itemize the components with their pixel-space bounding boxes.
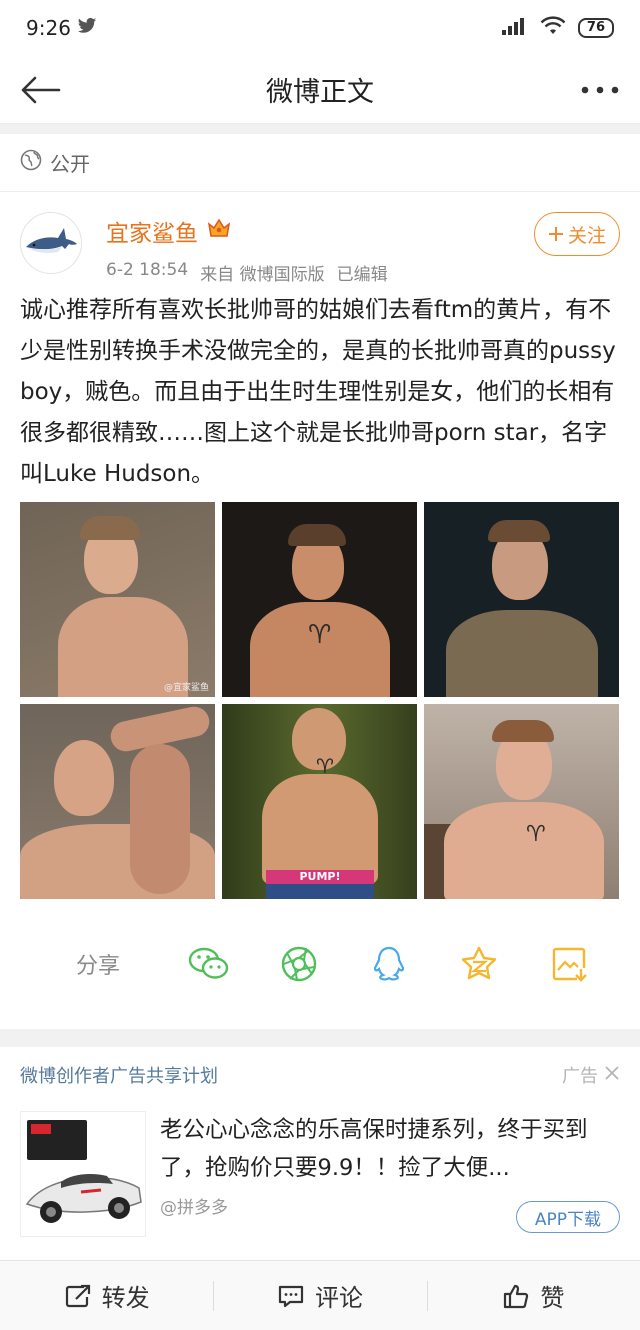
visibility-label: 公开: [50, 152, 90, 176]
battery-indicator: 76: [577, 18, 614, 38]
repost-button[interactable]: 转发: [0, 1261, 213, 1330]
action-bar: 转发 评论 赞: [0, 1260, 640, 1330]
photo-6[interactable]: ♈: [424, 704, 619, 899]
post-source: 来自 微博国际版: [200, 265, 325, 285]
ad-tag: 广告: [562, 1066, 598, 1087]
twitter-icon: [77, 16, 97, 40]
close-icon: [605, 1065, 619, 1080]
ad-thumbnail[interactable]: [20, 1111, 146, 1237]
comment-button[interactable]: 评论: [213, 1261, 426, 1330]
status-time: 9:26: [26, 16, 71, 40]
comment-icon: [278, 1285, 304, 1307]
shark-avatar-icon: [26, 228, 77, 253]
photo-3[interactable]: [424, 502, 619, 697]
like-button[interactable]: 赞: [426, 1261, 640, 1330]
more-button[interactable]: [574, 64, 626, 116]
post-text: 诚心推荐所有喜欢长批帅哥的姑娘们去看ftm的黄片，有不少是性别转换手术没做完全的…: [20, 297, 616, 487]
section-gap: [0, 124, 640, 134]
image-watermark: @宜家鲨鱼: [163, 683, 209, 693]
photo-2[interactable]: ♈: [222, 502, 417, 697]
share-wechat-button[interactable]: [164, 945, 254, 983]
signal-icon: [501, 16, 528, 40]
image-grid: @宜家鲨鱼 ♈ PUMP! ♈ ♈: [20, 502, 620, 899]
nav-bar: 微博正文: [0, 56, 640, 124]
status-bar: 9:26 76: [0, 0, 640, 56]
share-qzone-button[interactable]: [434, 945, 524, 983]
lego-car-illustration: [25, 1174, 142, 1223]
back-arrow-icon: [21, 76, 61, 103]
visibility-row: 公开: [0, 134, 640, 192]
wifi-icon: [540, 15, 566, 41]
save-image-button[interactable]: [524, 945, 614, 983]
photo-5[interactable]: PUMP! ♈: [222, 704, 417, 899]
globe-icon: [20, 149, 42, 176]
tattoo-mark: ♈: [526, 822, 546, 847]
photo-1[interactable]: @宜家鲨鱼: [20, 502, 215, 697]
thumbs-up-icon: [504, 1284, 529, 1308]
post-header: 宜家鲨鱼 6-2 18:54 来自 微博国际版 已编辑 关注: [20, 212, 620, 286]
page-title: 微博正文: [266, 77, 374, 108]
post-meta: 6-2 18:54 来自 微博国际版 已编辑: [106, 260, 388, 285]
qzone-icon: [461, 946, 497, 980]
app-download-button[interactable]: APP下载: [516, 1201, 620, 1233]
share-row: 分享: [20, 899, 620, 1029]
avatar[interactable]: [20, 212, 82, 274]
follow-label: 关注: [567, 224, 606, 247]
repost-label: 转发: [101, 1284, 150, 1312]
crown-badge-icon: [206, 216, 232, 246]
post-date: 6-2 18:54: [106, 260, 189, 280]
ad-text: 老公心心念念的乐高保时捷系列，终于买到了，抢购价只要9.9！！捡了大便...: [160, 1117, 588, 1181]
share-label: 分享: [76, 954, 121, 979]
ad-close-button[interactable]: [604, 1065, 620, 1086]
tattoo-mark: ♈: [316, 754, 334, 778]
share-qq-button[interactable]: [344, 945, 434, 983]
weibo-post: 宜家鲨鱼 6-2 18:54 来自 微博国际版 已编辑 关注 诚心推荐所有喜欢长…: [0, 192, 640, 1029]
comment-label: 评论: [314, 1284, 363, 1312]
follow-button[interactable]: 关注: [534, 212, 620, 256]
author-name[interactable]: 宜家鲨鱼: [106, 214, 198, 248]
waistband: PUMP!: [266, 870, 374, 884]
photo-4[interactable]: [20, 704, 215, 899]
save-image-icon: [552, 947, 587, 982]
more-dots-icon: [581, 86, 619, 93]
moments-icon: [281, 946, 317, 982]
like-label: 赞: [540, 1284, 565, 1312]
post-edited: 已编辑: [336, 265, 388, 285]
share-moments-button[interactable]: [254, 945, 344, 983]
ad-card[interactable]: 微博创作者广告共享计划 广告 老公心心念念的乐高保时捷系列，终于买到了，抢购价只…: [0, 1047, 640, 1262]
tattoo-mark: ♈: [308, 620, 332, 650]
wechat-icon: [188, 947, 229, 979]
qq-icon: [373, 946, 405, 981]
repost-icon: [65, 1284, 90, 1307]
plus-icon: [548, 227, 563, 241]
back-button[interactable]: [14, 64, 66, 116]
ad-program-link[interactable]: 微博创作者广告共享计划: [20, 1062, 218, 1088]
